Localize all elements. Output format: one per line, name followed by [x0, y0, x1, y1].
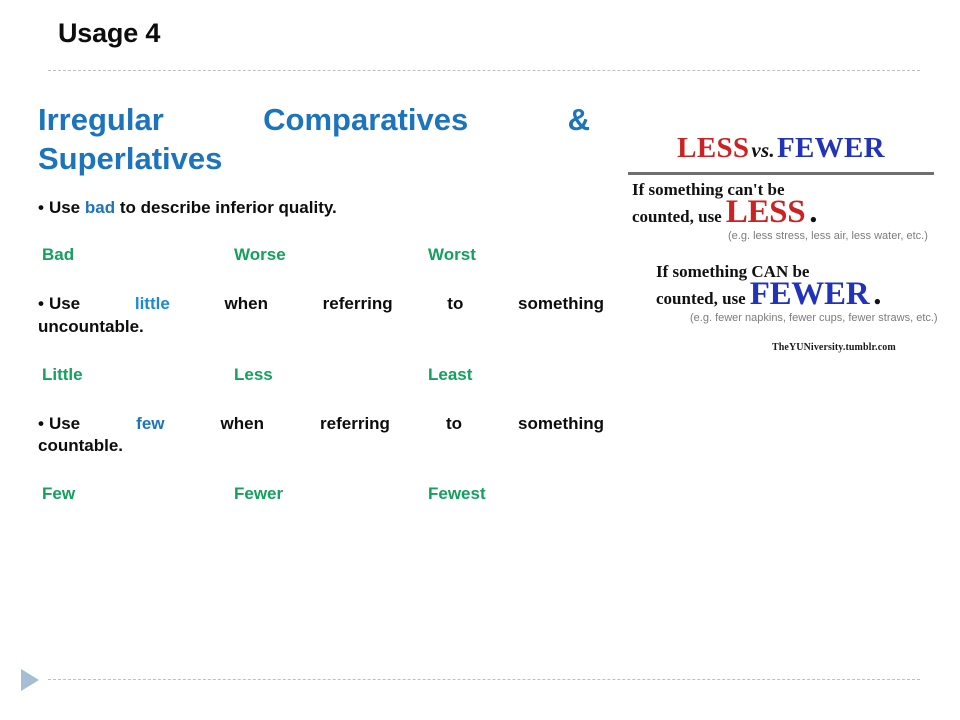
rule-line-2: countable. [38, 436, 124, 456]
rule-line-1: • Use little when referring to something [38, 293, 604, 316]
poster-divider [628, 172, 934, 175]
bullet-icon: • [38, 413, 44, 433]
poster-block-fewer: If something CAN be counted, use FEWER. [656, 262, 882, 313]
forms-row-few: Few Fewer Fewest [38, 484, 604, 506]
keyword-little: little [134, 294, 170, 314]
form-comparative-worse: Worse [234, 245, 286, 265]
rule-text-bad: • Use bad to describe inferior quality. [38, 197, 604, 220]
poster-block-less: If something can't be counted, use LESS. [632, 180, 818, 231]
content-column: Irregular Comparatives & Superlatives • U… [38, 100, 604, 506]
poster-bigword-less: LESS [725, 194, 806, 231]
rule-text-before: Use [48, 413, 137, 433]
form-comparative-less: Less [234, 364, 273, 384]
form-superlative-worst: Worst [428, 245, 476, 265]
poster-block-less-line-2-text: counted, use [632, 207, 722, 227]
rule-text-few: • Use few when referring to something cou… [38, 413, 604, 458]
poster-title-fewer: FEWER [776, 132, 885, 164]
poster-examples-less: (e.g. less stress, less air, less water,… [728, 230, 928, 242]
forms-row-little: Little Less Least [38, 365, 604, 387]
poster-examples-fewer: (e.g. fewer napkins, fewer cups, fewer s… [690, 312, 938, 324]
poster-credit: TheYUNiversity.tumblr.com [772, 342, 896, 353]
slide-canvas: Usage 4 Irregular Comparatives & Superla… [0, 0, 960, 720]
rule-text-before: Use [48, 197, 85, 217]
rule-text-after: when referring to something [169, 294, 604, 314]
less-vs-fewer-poster: LESSvs.FEWER If something can't be count… [622, 130, 940, 368]
rule-text-after: to describe inferior quality. [115, 197, 337, 217]
form-base-bad: Bad [42, 245, 75, 265]
rule-line-1: • Use few when referring to something [38, 413, 604, 436]
rule-text-after: when referring to something [164, 413, 604, 433]
form-base-little: Little [42, 364, 83, 384]
next-slide-arrow-icon[interactable] [21, 669, 39, 691]
form-superlative-fewest: Fewest [428, 483, 486, 503]
page-title: Usage 4 [58, 18, 161, 48]
bullet-icon: • [38, 197, 44, 217]
section-heading-line-2: Superlatives [38, 141, 223, 177]
poster-bigword-less-period: . [809, 194, 818, 231]
section-heading-line-1: Irregular Comparatives & [38, 102, 590, 137]
bullet-icon: • [38, 294, 44, 314]
rule-text-before: Use [48, 294, 135, 314]
header-divider [48, 70, 920, 71]
poster-bigword-fewer: FEWER [749, 276, 870, 313]
keyword-few: few [136, 413, 165, 433]
rule-text-little: • Use little when referring to something … [38, 293, 604, 338]
poster-bigword-fewer-period: . [873, 276, 882, 313]
section-heading: Irregular Comparatives & Superlatives [38, 100, 590, 179]
poster-block-fewer-line-2-text: counted, use [656, 289, 746, 309]
form-superlative-least: Least [428, 364, 473, 384]
poster-title: LESSvs.FEWER [630, 134, 932, 163]
form-comparative-fewer: Fewer [234, 483, 284, 503]
keyword-bad: bad [84, 197, 116, 217]
poster-title-less: LESS [677, 132, 750, 164]
forms-row-bad: Bad Worse Worst [38, 245, 604, 267]
poster-title-vs: vs. [751, 138, 775, 162]
poster-block-fewer-line-2: counted, use FEWER. [656, 276, 882, 313]
footer-divider [48, 679, 920, 680]
form-base-few: Few [42, 483, 76, 503]
poster-block-less-line-2: counted, use LESS. [632, 194, 818, 231]
rule-line-2: uncountable. [38, 316, 144, 336]
